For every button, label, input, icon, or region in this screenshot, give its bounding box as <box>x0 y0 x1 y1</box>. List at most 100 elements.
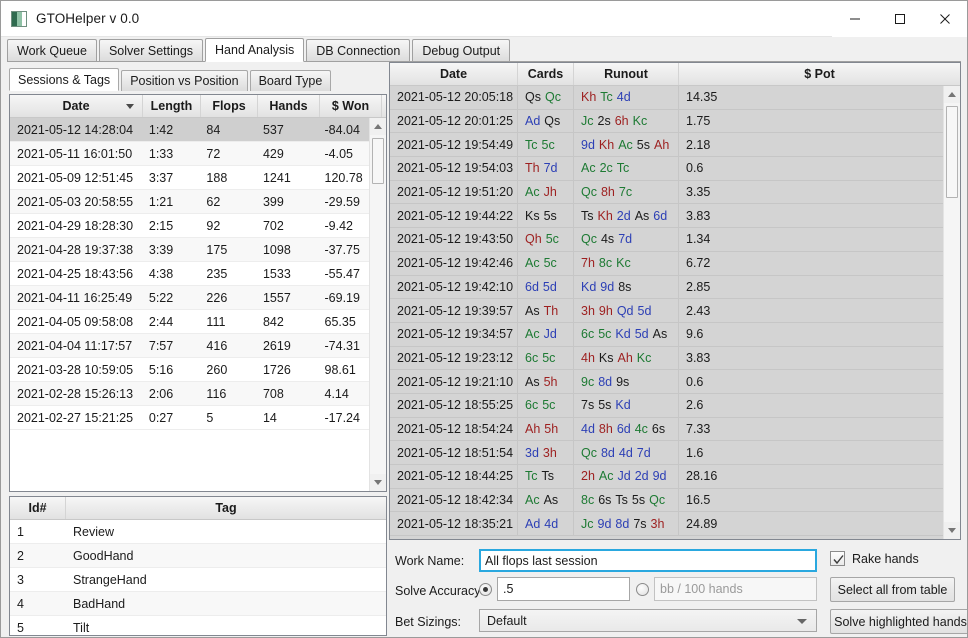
session-row[interactable]: 2021-03-28 10:59:05 5:16 260 1726 98.61 <box>10 358 386 382</box>
hand-row[interactable]: 2021-05-12 19:44:22 Ks 5s Ts Kh 2d As 6d 3.83 <box>390 204 960 229</box>
hand-row[interactable]: 2021-05-12 19:51:20 Ac Jh Qc 8h 7c 3.35 <box>390 180 960 205</box>
sub-tab-board-type[interactable]: Board Type <box>249 70 332 91</box>
main-tab-hand-analysis[interactable]: Hand Analysis <box>205 38 305 62</box>
playing-card: Ac <box>525 256 540 271</box>
hand-pot: 3.83 <box>686 350 711 365</box>
rake-hands-checkbox[interactable]: Rake hands <box>830 551 919 566</box>
accuracy-radio-value[interactable] <box>479 583 492 596</box>
hand-row[interactable]: 2021-05-12 19:34:57 Ac Jd 6c 5c Kd 5d As 9.6 <box>390 322 960 347</box>
left-panel: Sessions & Tags Position vs Position Board… <box>7 62 389 636</box>
tag-row[interactable]: 1 Review <box>10 520 386 544</box>
tag-row[interactable]: 4 BadHand <box>10 592 386 616</box>
column-header-pot[interactable]: $ Pot <box>679 63 960 85</box>
column-header-date[interactable]: Date <box>10 95 143 117</box>
hand-pot: 2.6 <box>686 398 704 413</box>
session-row[interactable]: 2021-02-28 15:26:13 2:06 116 708 4.14 <box>10 382 386 406</box>
column-header-runout[interactable]: Runout <box>574 63 679 85</box>
main-tab-db-connection[interactable]: DB Connection <box>306 39 411 61</box>
scroll-up-icon[interactable] <box>370 118 386 135</box>
hand-row[interactable]: 2021-05-12 18:44:25 Tc Ts 2h Ac Jd 2d 9d 28.16 <box>390 465 960 489</box>
bb-per-100-input[interactable] <box>654 577 817 601</box>
select-all-from-table-button[interactable]: Select all from table <box>830 577 955 602</box>
playing-card: Ks <box>598 350 614 365</box>
playing-card: 4h <box>581 350 595 365</box>
column-header-cards[interactable]: Cards <box>518 63 574 85</box>
playing-card: 5s <box>543 208 557 223</box>
hands-scrollbar[interactable] <box>943 86 960 539</box>
work-name-input[interactable] <box>479 549 817 572</box>
sub-tab-sessions-tags[interactable]: Sessions & Tags <box>9 68 120 91</box>
hand-row[interactable]: 2021-05-12 18:54:24 Ah 5h 4d 8h 6d 4c 6s 7.33 <box>390 417 960 442</box>
session-row[interactable]: 2021-04-04 11:17:57 7:57 416 2619 -74.31 <box>10 334 386 358</box>
hand-row[interactable]: 2021-05-12 19:54:03 Th 7d Ac 2c Tc 0.6 <box>390 157 960 181</box>
session-row[interactable]: 2021-04-28 19:37:38 3:39 175 1098 -37.75 <box>10 238 386 262</box>
hand-row[interactable]: 2021-05-12 20:01:25 Ad Qs Jc 2s 6h Kc 1.75 <box>390 109 960 134</box>
column-header-flops[interactable]: Flops <box>201 95 258 117</box>
column-header-id[interactable]: Id# <box>10 497 66 519</box>
session-row[interactable]: 2021-05-09 12:51:45 3:37 188 1241 120.78 <box>10 166 386 190</box>
hand-row[interactable]: 2021-05-12 18:35:21 Ad 4d Jc 9d 8d 7s 3h 24.89 <box>390 512 960 537</box>
tag-row[interactable]: 5 Tilt <box>10 616 386 635</box>
hand-row[interactable]: 2021-05-12 19:43:50 Qh 5c Qc 4s 7d 1.34 <box>390 228 960 252</box>
column-header-tag[interactable]: Tag <box>66 497 386 519</box>
hand-row[interactable]: 2021-05-12 19:42:46 Ac 5c 7h 8c Kc 6.72 <box>390 251 960 276</box>
main-tab-debug-output[interactable]: Debug Output <box>412 39 511 61</box>
hand-row[interactable]: 2021-05-12 19:54:49 Tc 5c 9d Kh Ac 5s Ah 2.18 <box>390 133 960 158</box>
hands-scroll-thumb[interactable] <box>946 106 958 198</box>
playing-card: Ac <box>525 493 540 508</box>
hand-row[interactable]: 2021-05-12 19:23:12 6c 5c 4h Ks Ah Kc 3.83 <box>390 346 960 371</box>
hand-cards: Tc 5c <box>518 133 574 157</box>
hand-row[interactable]: 2021-05-12 18:42:34 Ac As 8c 6s Ts 5s Qc 16.5 <box>390 488 960 513</box>
minimize-icon[interactable] <box>832 1 877 37</box>
hand-runout: Ac 2c Tc <box>574 157 679 180</box>
session-row[interactable]: 2021-04-25 18:43:56 4:38 235 1533 -55.47 <box>10 262 386 286</box>
hand-pot: 2.85 <box>686 279 711 294</box>
session-flops: 188 <box>206 170 228 185</box>
main-tab-solver-settings[interactable]: Solver Settings <box>98 39 204 61</box>
playing-card: Ad <box>525 114 541 129</box>
hand-runout: 7h 8c Kc <box>574 251 679 275</box>
hand-row[interactable]: 2021-05-12 18:55:25 6c 5c 7s 5s Kd 2.6 <box>390 393 960 418</box>
session-row[interactable]: 2021-04-05 09:58:08 2:44 111 842 65.35 <box>10 310 386 334</box>
playing-card: 5d <box>637 303 652 318</box>
hand-row[interactable]: 2021-05-12 19:39:57 As Th 3h 9h Qd 5d 2.43 <box>390 299 960 323</box>
playing-card: Qc <box>581 445 597 460</box>
session-row[interactable]: 2021-02-27 15:21:25 0:27 5 14 -17.24 <box>10 406 386 430</box>
session-row[interactable]: 2021-05-11 16:01:50 1:33 72 429 -4.05 <box>10 142 386 166</box>
scroll-up-icon[interactable] <box>944 86 960 103</box>
maximize-icon[interactable] <box>877 1 922 37</box>
scroll-down-icon[interactable] <box>370 474 386 491</box>
column-header-hand-date[interactable]: Date <box>390 63 518 85</box>
column-header-length[interactable]: Length <box>143 95 201 117</box>
playing-card: 6d <box>616 421 631 436</box>
sessions-scroll-thumb[interactable] <box>372 138 384 184</box>
hands-table-header: Date Cards Runout $ Pot <box>390 63 960 86</box>
scroll-down-icon[interactable] <box>944 522 960 539</box>
session-row[interactable]: 2021-04-29 18:28:30 2:15 92 702 -9.42 <box>10 214 386 238</box>
main-tab-work-queue[interactable]: Work Queue <box>7 39 97 61</box>
session-row[interactable]: 2021-04-11 16:25:49 5:22 226 1557 -69.19 <box>10 286 386 310</box>
column-header-hands[interactable]: Hands <box>258 95 320 117</box>
session-row[interactable]: 2021-05-12 14:28:04 1:42 84 537 -84.04 <box>10 118 386 142</box>
playing-card: 4c <box>634 421 648 436</box>
tag-row[interactable]: 3 StrangeHand <box>10 568 386 592</box>
tag-row[interactable]: 2 GoodHand <box>10 544 386 568</box>
session-date: 2021-02-27 15:21:25 <box>17 410 134 425</box>
hand-row[interactable]: 2021-05-12 19:21:10 As 5h 9c 8d 9s 0.6 <box>390 370 960 394</box>
sub-tab-position-vs-position[interactable]: Position vs Position <box>121 70 248 91</box>
hand-row[interactable]: 2021-05-12 18:51:54 3d 3h Qc 8d 4d 7d 1.6 <box>390 441 960 465</box>
session-row[interactable]: 2021-05-03 20:58:55 1:21 62 399 -29.59 <box>10 190 386 214</box>
solve-highlighted-hands-button[interactable]: Solve highlighted hands <box>830 609 967 634</box>
accuracy-input[interactable] <box>497 577 630 601</box>
close-icon[interactable] <box>922 1 967 37</box>
bet-sizings-select[interactable]: Default <box>479 609 817 632</box>
playing-card: 8d <box>600 445 615 460</box>
hand-row[interactable]: 2021-05-12 20:05:18 Qs Qc Kh Tc 4d 14.35 <box>390 86 960 110</box>
tag-id: 4 <box>17 596 24 611</box>
playing-card: Jh <box>543 185 557 200</box>
accuracy-radio-bb[interactable] <box>636 583 649 596</box>
playing-card: 8h <box>598 421 613 436</box>
column-header-won[interactable]: $ Won <box>320 95 382 117</box>
sessions-scrollbar[interactable] <box>369 118 386 491</box>
hand-row[interactable]: 2021-05-12 19:42:10 6d 5d Kd 9d 8s 2.85 <box>390 275 960 300</box>
